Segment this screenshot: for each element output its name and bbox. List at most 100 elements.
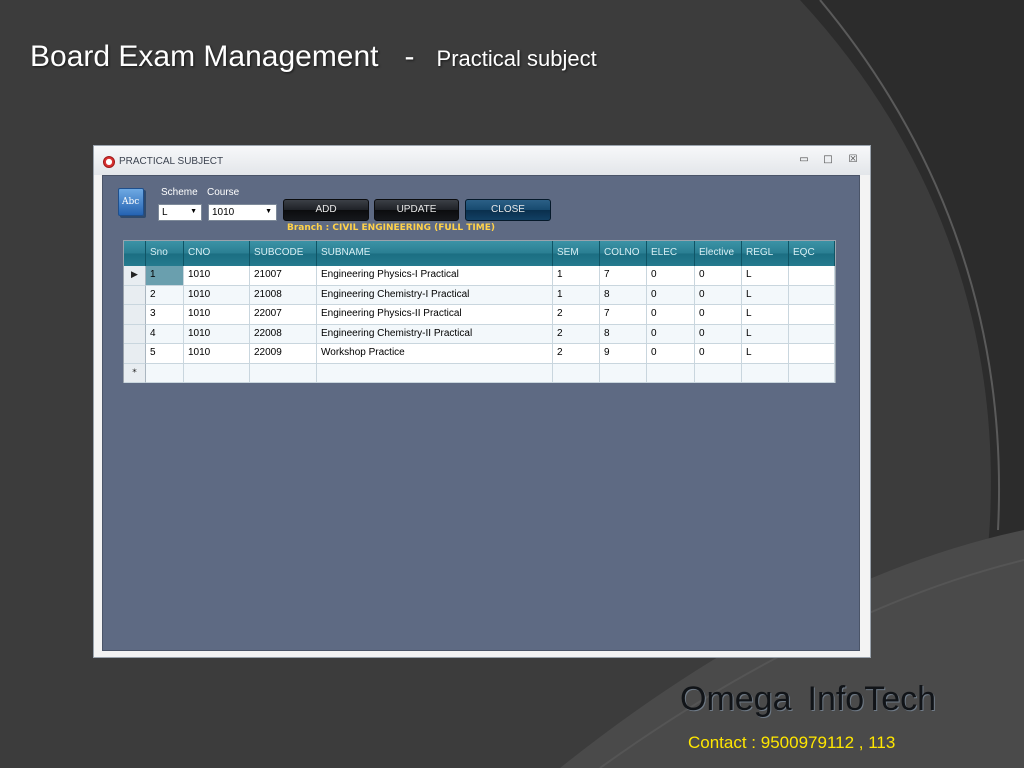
cell-colno[interactable] [600, 363, 647, 383]
cell-sno[interactable] [146, 363, 184, 383]
cell-cno[interactable]: 1010 [184, 344, 250, 364]
cell-elective[interactable]: 0 [695, 344, 742, 364]
brand-name: Omega InfoTech [680, 680, 936, 719]
cell-regl[interactable]: L [742, 305, 789, 325]
cell-regl[interactable]: L [742, 344, 789, 364]
cell-sem[interactable] [553, 363, 600, 383]
cell-sem[interactable]: 1 [553, 266, 600, 286]
cell-eqc[interactable] [789, 363, 835, 383]
cell-elective[interactable]: 0 [695, 324, 742, 344]
cell-sno[interactable]: 5 [146, 344, 184, 364]
column-header-sem[interactable]: SEM [553, 241, 600, 266]
cell-subcode[interactable]: 22009 [250, 344, 317, 364]
cell-elective[interactable]: 0 [695, 305, 742, 325]
scheme-dropdown[interactable]: L ▼ [158, 204, 202, 221]
header-corner [124, 241, 146, 266]
cell-subcode[interactable] [250, 363, 317, 383]
book-icon: Abc [118, 188, 144, 216]
cell-elective[interactable]: 0 [695, 285, 742, 305]
row-header[interactable] [124, 305, 146, 325]
cell-sem[interactable]: 2 [553, 305, 600, 325]
cell-regl[interactable]: L [742, 285, 789, 305]
cell-colno[interactable]: 8 [600, 285, 647, 305]
grid-header: Sno CNO SUBCODE SUBNAME SEM COLNO ELEC E… [124, 241, 835, 266]
cell-elec[interactable] [647, 363, 695, 383]
cell-elec[interactable]: 0 [647, 305, 695, 325]
cell-eqc[interactable] [789, 324, 835, 344]
cell-subname[interactable] [317, 363, 553, 383]
cell-elec[interactable]: 0 [647, 285, 695, 305]
minimize-button[interactable]: ▭ [797, 154, 811, 166]
row-header[interactable] [124, 324, 146, 344]
column-header-elective[interactable]: Elective [695, 241, 742, 266]
table-row[interactable]: 2 1010 21008 Engineering Chemistry-I Practi… [124, 285, 835, 305]
cell-cno[interactable]: 1010 [184, 305, 250, 325]
cell-subname[interactable]: Engineering Physics-II Practical [317, 305, 553, 325]
cell-elective[interactable]: 0 [695, 266, 742, 286]
cell-cno[interactable]: 1010 [184, 324, 250, 344]
cell-regl[interactable] [742, 363, 789, 383]
column-header-cno[interactable]: CNO [184, 241, 250, 266]
row-header[interactable] [124, 344, 146, 364]
new-table-row[interactable]: * [124, 363, 835, 383]
row-header[interactable]: ▶ [124, 266, 146, 286]
cell-regl[interactable]: L [742, 266, 789, 286]
cell-eqc[interactable] [789, 305, 835, 325]
cell-cno[interactable]: 1010 [184, 285, 250, 305]
close-window-button[interactable]: ☒ [846, 154, 860, 166]
table-row[interactable]: ▶ 1 1010 21007 Engineering Physics-I Practic… [124, 266, 835, 286]
cell-elec[interactable]: 0 [647, 324, 695, 344]
cell-subcode[interactable]: 21008 [250, 285, 317, 305]
cell-subname[interactable]: Engineering Chemistry-I Practical [317, 285, 553, 305]
column-header-subcode[interactable]: SUBCODE [250, 241, 317, 266]
cell-subname[interactable]: Workshop Practice [317, 344, 553, 364]
update-button[interactable]: UPDATE [374, 199, 459, 221]
cell-subname[interactable]: Engineering Chemistry-II Practical [317, 324, 553, 344]
maximize-button[interactable]: □ [821, 154, 835, 166]
subjects-grid[interactable]: Sno CNO SUBCODE SUBNAME SEM COLNO ELEC E… [123, 240, 836, 383]
cell-subname[interactable]: Engineering Physics-I Practical [317, 266, 553, 286]
cell-colno[interactable]: 7 [600, 266, 647, 286]
cell-colno[interactable]: 7 [600, 305, 647, 325]
cell-sno[interactable]: 4 [146, 324, 184, 344]
chevron-down-icon: ▼ [190, 208, 197, 215]
practical-subject-window: ● PRACTICAL SUBJECT ▭ □ ☒ Abc Scheme Cou… [93, 145, 871, 658]
course-dropdown[interactable]: 1010 ▼ [208, 204, 277, 221]
cell-elec[interactable]: 0 [647, 344, 695, 364]
column-header-colno[interactable]: COLNO [600, 241, 647, 266]
cell-subcode[interactable]: 22007 [250, 305, 317, 325]
cell-eqc[interactable] [789, 266, 835, 286]
cell-eqc[interactable] [789, 344, 835, 364]
column-header-sno[interactable]: Sno [146, 241, 184, 266]
row-header[interactable] [124, 285, 146, 305]
close-button[interactable]: CLOSE [465, 199, 551, 221]
table-row[interactable]: 5 1010 22009 Workshop Practice 2 9 0 0 L [124, 344, 835, 364]
column-header-regl[interactable]: REGL [742, 241, 789, 266]
window-titlebar[interactable]: ● PRACTICAL SUBJECT ▭ □ ☒ [94, 146, 870, 175]
cell-elective[interactable] [695, 363, 742, 383]
cell-sem[interactable]: 2 [553, 344, 600, 364]
cell-colno[interactable]: 8 [600, 324, 647, 344]
cell-colno[interactable]: 9 [600, 344, 647, 364]
cell-sem[interactable]: 1 [553, 285, 600, 305]
cell-eqc[interactable] [789, 285, 835, 305]
course-label: Course [207, 187, 240, 198]
cell-sno[interactable]: 1 [146, 266, 184, 286]
cell-cno[interactable] [184, 363, 250, 383]
add-button[interactable]: ADD [283, 199, 369, 221]
cell-subcode[interactable]: 22008 [250, 324, 317, 344]
column-header-eqc[interactable]: EQC [789, 241, 835, 266]
cell-cno[interactable]: 1010 [184, 266, 250, 286]
cell-sem[interactable]: 2 [553, 324, 600, 344]
table-row[interactable]: 4 1010 22008 Engineering Chemistry-II Pract… [124, 324, 835, 344]
cell-elec[interactable]: 0 [647, 266, 695, 286]
cell-subcode[interactable]: 21007 [250, 266, 317, 286]
table-row[interactable]: 3 1010 22007 Engineering Physics-II Practic… [124, 305, 835, 325]
cell-sno[interactable]: 2 [146, 285, 184, 305]
cell-regl[interactable]: L [742, 324, 789, 344]
row-header[interactable]: * [124, 363, 146, 383]
slide-subtitle: Practical subject [436, 46, 597, 71]
cell-sno[interactable]: 3 [146, 305, 184, 325]
column-header-subname[interactable]: SUBNAME [317, 241, 553, 266]
column-header-elec[interactable]: ELEC [647, 241, 695, 266]
